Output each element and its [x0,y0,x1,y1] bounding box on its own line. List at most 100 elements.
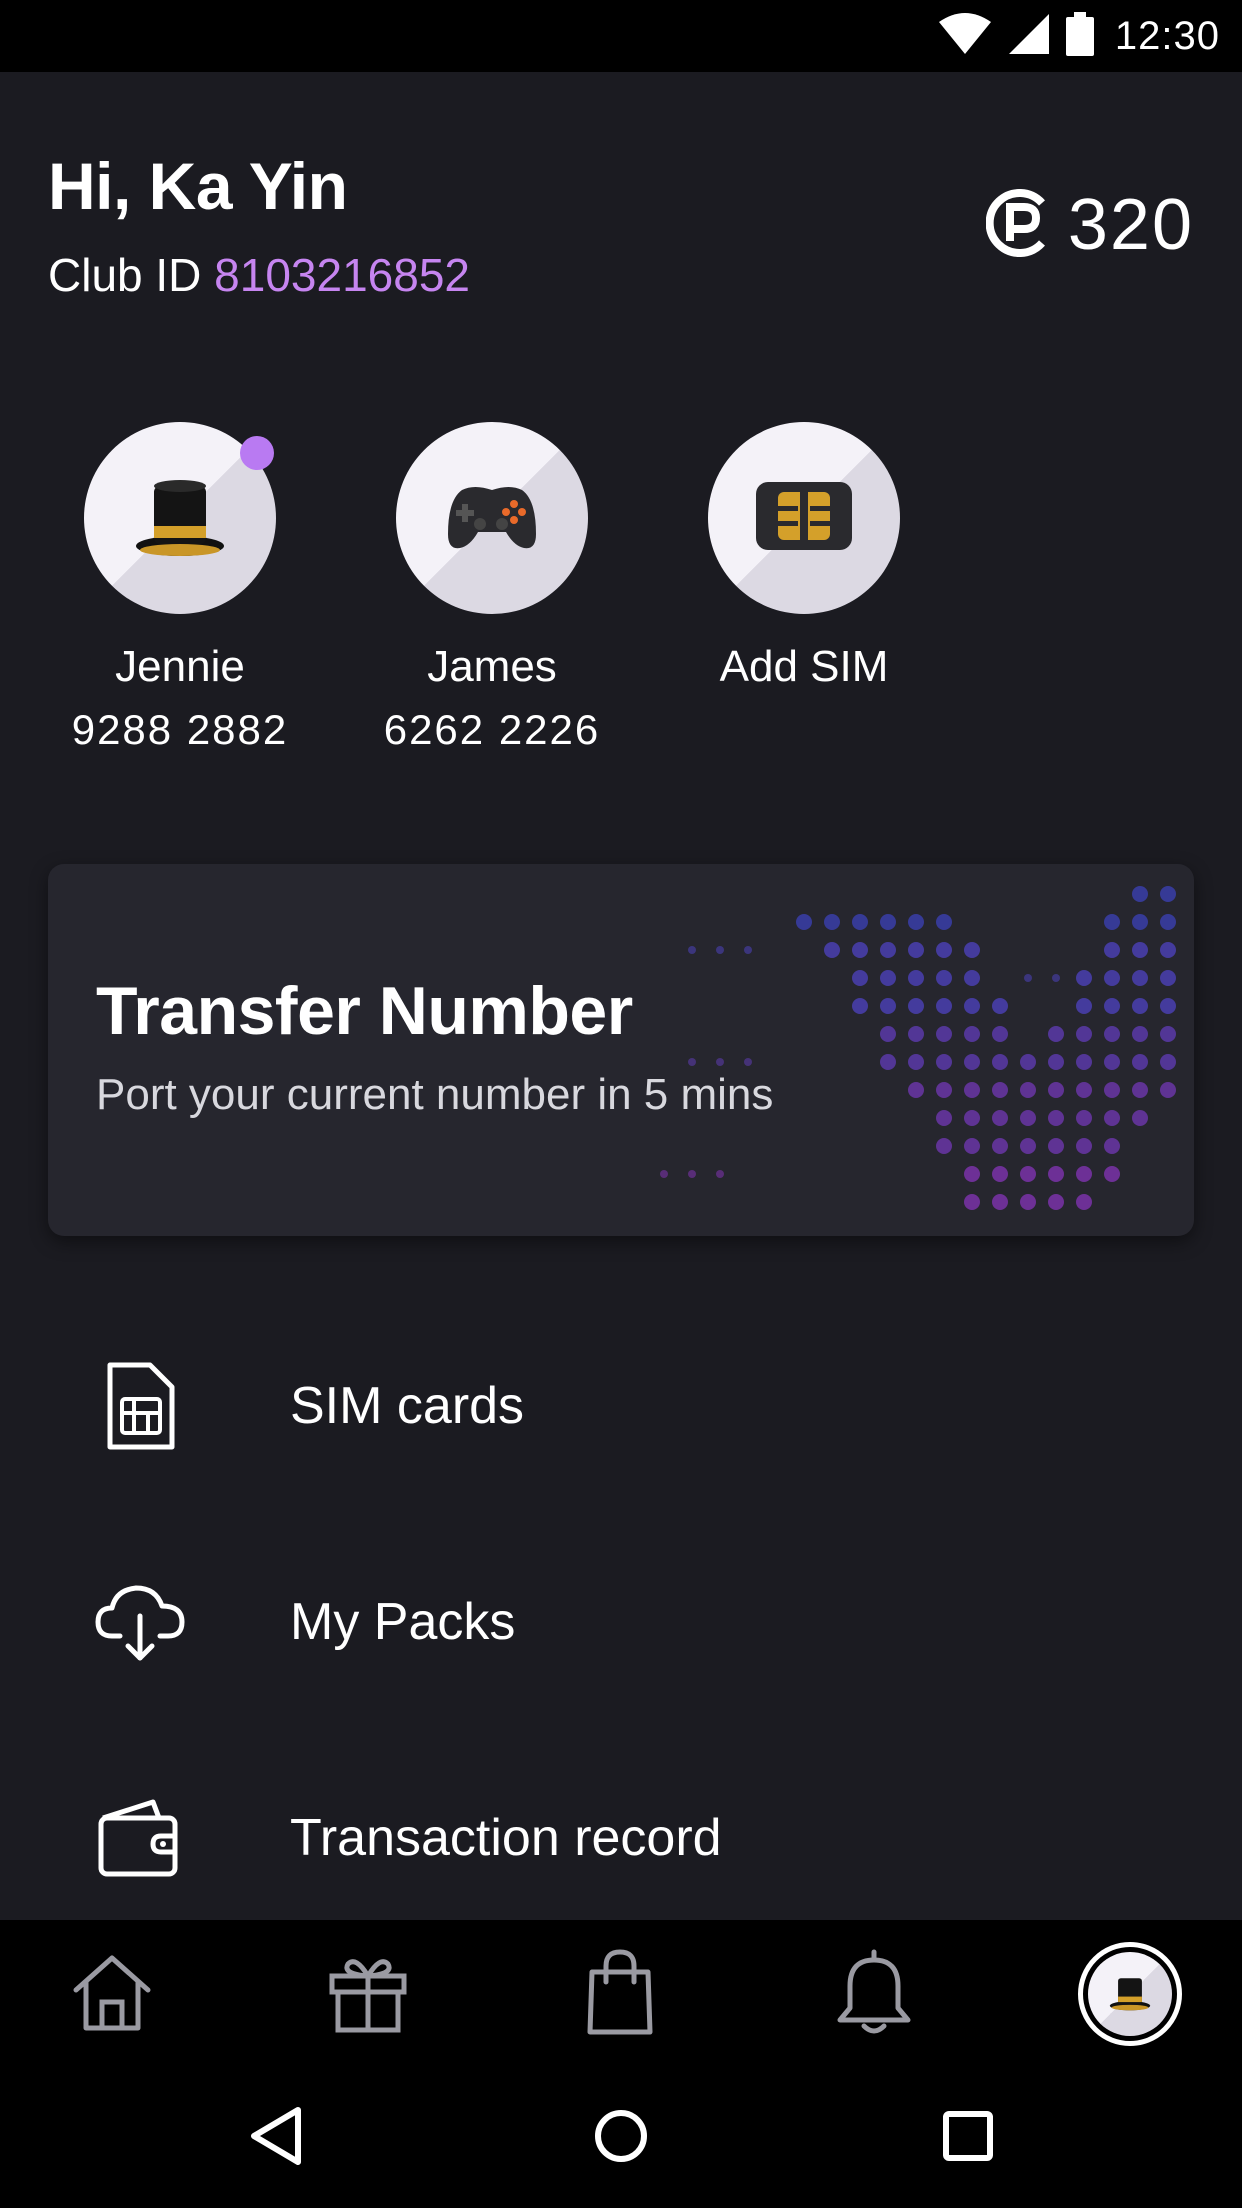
pattern-dot [1160,886,1176,902]
pattern-dot [1048,1082,1064,1098]
pattern-dot [908,998,924,1014]
pattern-dot [936,1110,952,1126]
pattern-dot [796,914,812,930]
points-balance[interactable]: 320 [985,184,1194,266]
pattern-dot [1020,1138,1036,1154]
menu-item-sim-cards[interactable]: SIM cards [0,1336,1242,1476]
pattern-dot [852,914,868,930]
nav-home[interactable] [52,1920,172,2068]
pattern-dot [1132,998,1148,1014]
pattern-dot [1132,942,1148,958]
menu-item-transaction-record[interactable]: Transaction record [0,1768,1242,1908]
pattern-dot [992,1166,1008,1182]
pattern-dot [716,946,724,954]
notification-dot [240,436,274,470]
greeting-title: Hi, Ka Yin [48,149,348,223]
pattern-dot [880,942,896,958]
home-circle-icon [593,2108,649,2169]
pattern-dot [1076,1026,1092,1042]
pattern-dot [1048,1166,1064,1182]
pattern-dot [908,970,924,986]
pattern-dot [1132,1110,1148,1126]
pattern-dot [964,1054,980,1070]
nav-notifications[interactable] [814,1920,934,2068]
pattern-dot [936,914,952,930]
pattern-dot [716,1058,724,1066]
pattern-dot [1104,970,1120,986]
pattern-dot [688,1058,696,1066]
profile-avatar-icon [1078,1942,1182,2046]
gift-icon [326,1950,410,2039]
pattern-dot [1104,998,1120,1014]
pattern-dot [936,970,952,986]
pattern-dot [1020,1054,1036,1070]
sim-item-jennie[interactable]: Jennie 9288 2882 [20,422,340,754]
pattern-dot [1076,970,1092,986]
pattern-dot [992,1082,1008,1098]
pattern-dot [1076,1110,1092,1126]
bottom-nav [0,1920,1242,2068]
top-hat-icon [1108,1970,1152,2019]
club-id-value[interactable]: 8103216852 [214,249,470,301]
status-icons: 12:30 [937,0,1220,72]
nav-profile[interactable] [1070,1920,1190,2068]
pattern-dot [1076,1054,1092,1070]
pattern-dot [824,942,840,958]
pattern-dot [964,1166,980,1182]
wifi-icon [937,12,993,61]
nav-shop[interactable] [560,1920,680,2068]
system-back-button[interactable] [216,2068,336,2208]
pattern-dot [964,942,980,958]
pattern-dot [1020,1166,1036,1182]
system-navigation-bar [0,2068,1242,2208]
pattern-dot [1160,1082,1176,1098]
recents-icon [942,2110,994,2167]
pattern-dot [716,1170,724,1178]
pattern-dot [880,1026,896,1042]
battery-icon [1065,11,1095,61]
sim-chip-icon [754,480,854,557]
pattern-dot [1104,1138,1120,1154]
points-value: 320 [1067,185,1194,265]
back-icon [246,2104,306,2173]
pattern-dot [1132,1026,1148,1042]
points-coin-icon [985,188,1054,262]
sim-card-icon [92,1358,188,1454]
pattern-dot [688,946,696,954]
pattern-dot [1104,942,1120,958]
pattern-dot [1104,1082,1120,1098]
game-controller-icon [444,476,540,561]
nav-rewards[interactable] [308,1920,428,2068]
pattern-dot [1160,998,1176,1014]
cellular-signal-icon [1007,12,1051,61]
pattern-dot [1076,998,1092,1014]
pattern-dot [1104,1026,1120,1042]
top-hat-icon [132,468,228,569]
pattern-dot [1160,1054,1176,1070]
pattern-dot [1104,1054,1120,1070]
menu-item-label: Transaction record [290,1809,722,1867]
pattern-dot [1020,1082,1036,1098]
menu-item-my-packs[interactable]: My Packs [0,1552,1242,1692]
avatar [708,422,900,614]
menu-item-label: SIM cards [290,1377,525,1435]
pattern-dot [964,970,980,986]
status-bar: 12:30 [0,0,1242,72]
pattern-dot [936,1026,952,1042]
system-home-button[interactable] [561,2068,681,2208]
transfer-number-card[interactable]: Transfer Number Port your current number… [48,864,1194,1236]
add-sim-button[interactable]: Add SIM [644,422,964,692]
wallet-icon [92,1790,188,1886]
pattern-dot [1132,1082,1148,1098]
pattern-dot [964,1138,980,1154]
pattern-dot [744,1058,752,1066]
pattern-dot [964,1110,980,1126]
system-recents-button[interactable] [908,2068,1028,2208]
pattern-dot [908,914,924,930]
pattern-dot [1024,974,1032,982]
pattern-dot [824,914,840,930]
pattern-dot [992,1194,1008,1210]
sim-item-james[interactable]: James 6262 2226 [332,422,652,754]
pattern-dot [1132,886,1148,902]
avatar [1088,1952,1172,2036]
